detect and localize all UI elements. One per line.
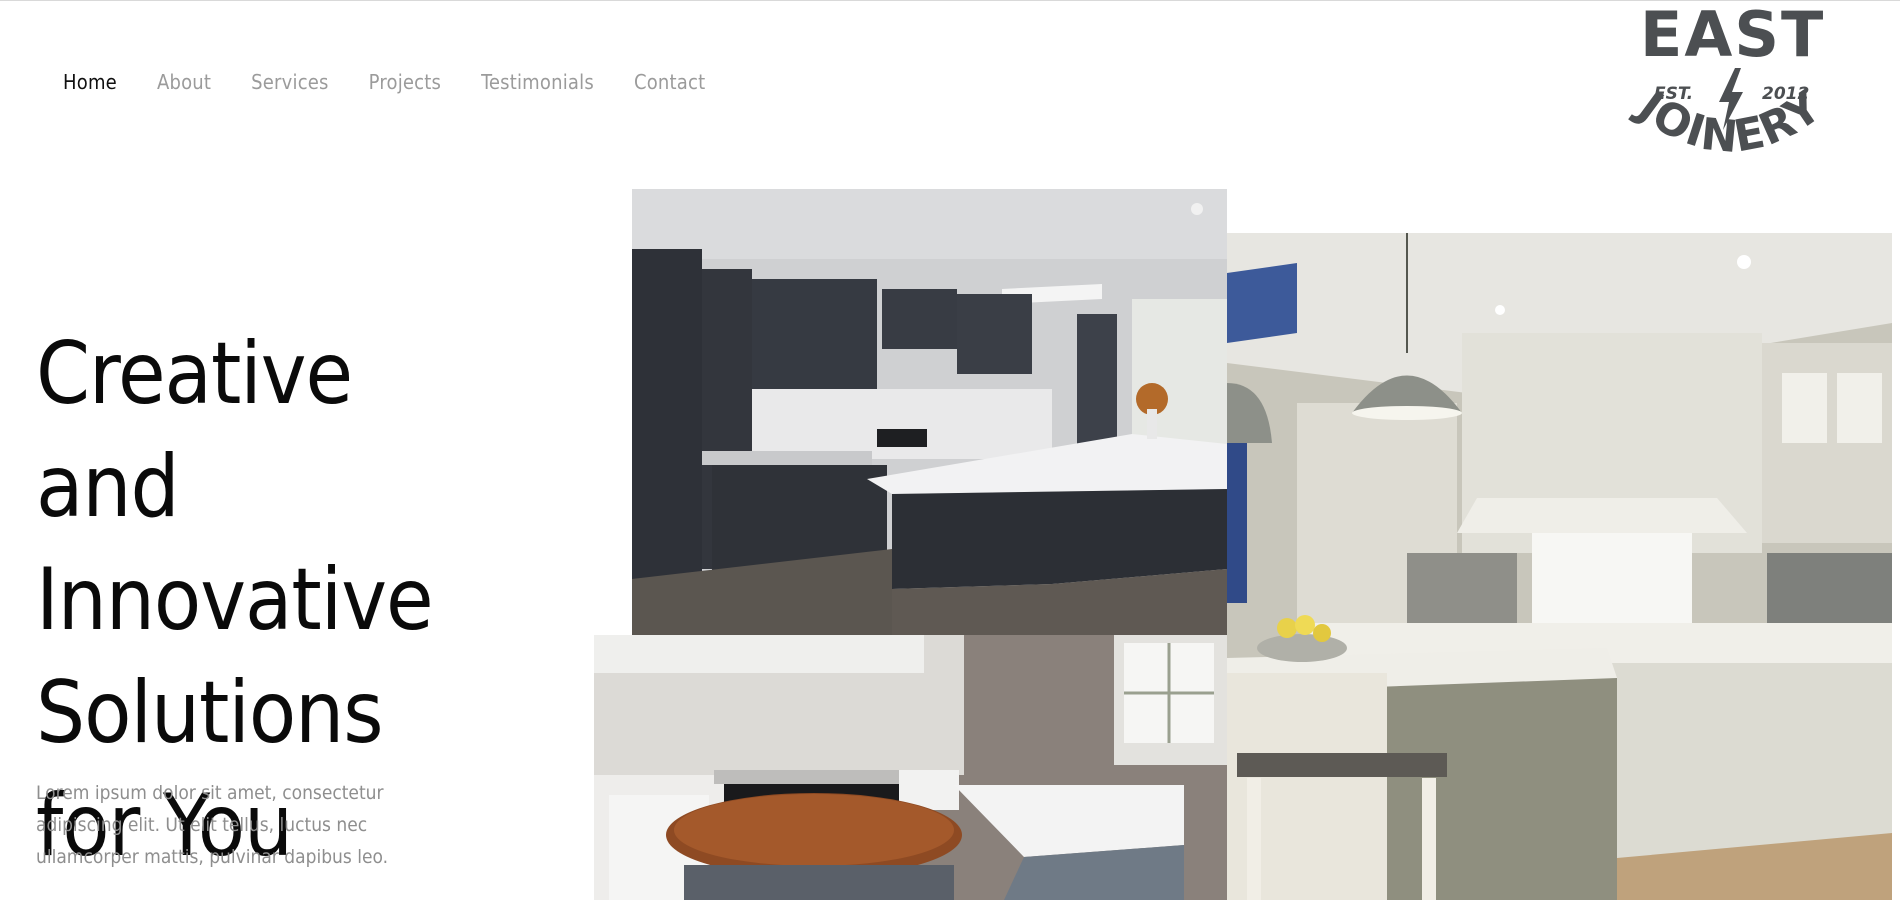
logo-wordmark-joinery: JOINERY — [1626, 80, 1830, 163]
wooden-island-kitchen-photo — [594, 635, 1227, 900]
dark-kitchen-photo — [632, 189, 1227, 635]
hero-description: Lorem ipsum dolor sit amet, consectetur … — [36, 782, 389, 868]
nav-testimonials-link[interactable]: Testimonials — [481, 70, 594, 94]
cream-kitchen-photo — [1227, 233, 1892, 900]
nav-projects-link[interactable]: Projects — [369, 70, 441, 94]
main-nav: Home About Services Projects Testimonial… — [63, 70, 705, 94]
svg-text:JOINERY: JOINERY — [1626, 80, 1831, 163]
east-joinery-logo[interactable]: EAST EST. 2012 JOINERY — [1610, 0, 1850, 170]
logo-arc-text: JOINERY — [1626, 80, 1831, 163]
logo-wordmark-east: EAST — [1640, 0, 1826, 71]
nav-about-link[interactable]: About — [157, 70, 211, 94]
nav-home-link[interactable]: Home — [63, 70, 117, 94]
nav-contact-link[interactable]: Contact — [634, 70, 705, 94]
nav-services-link[interactable]: Services — [251, 70, 328, 94]
